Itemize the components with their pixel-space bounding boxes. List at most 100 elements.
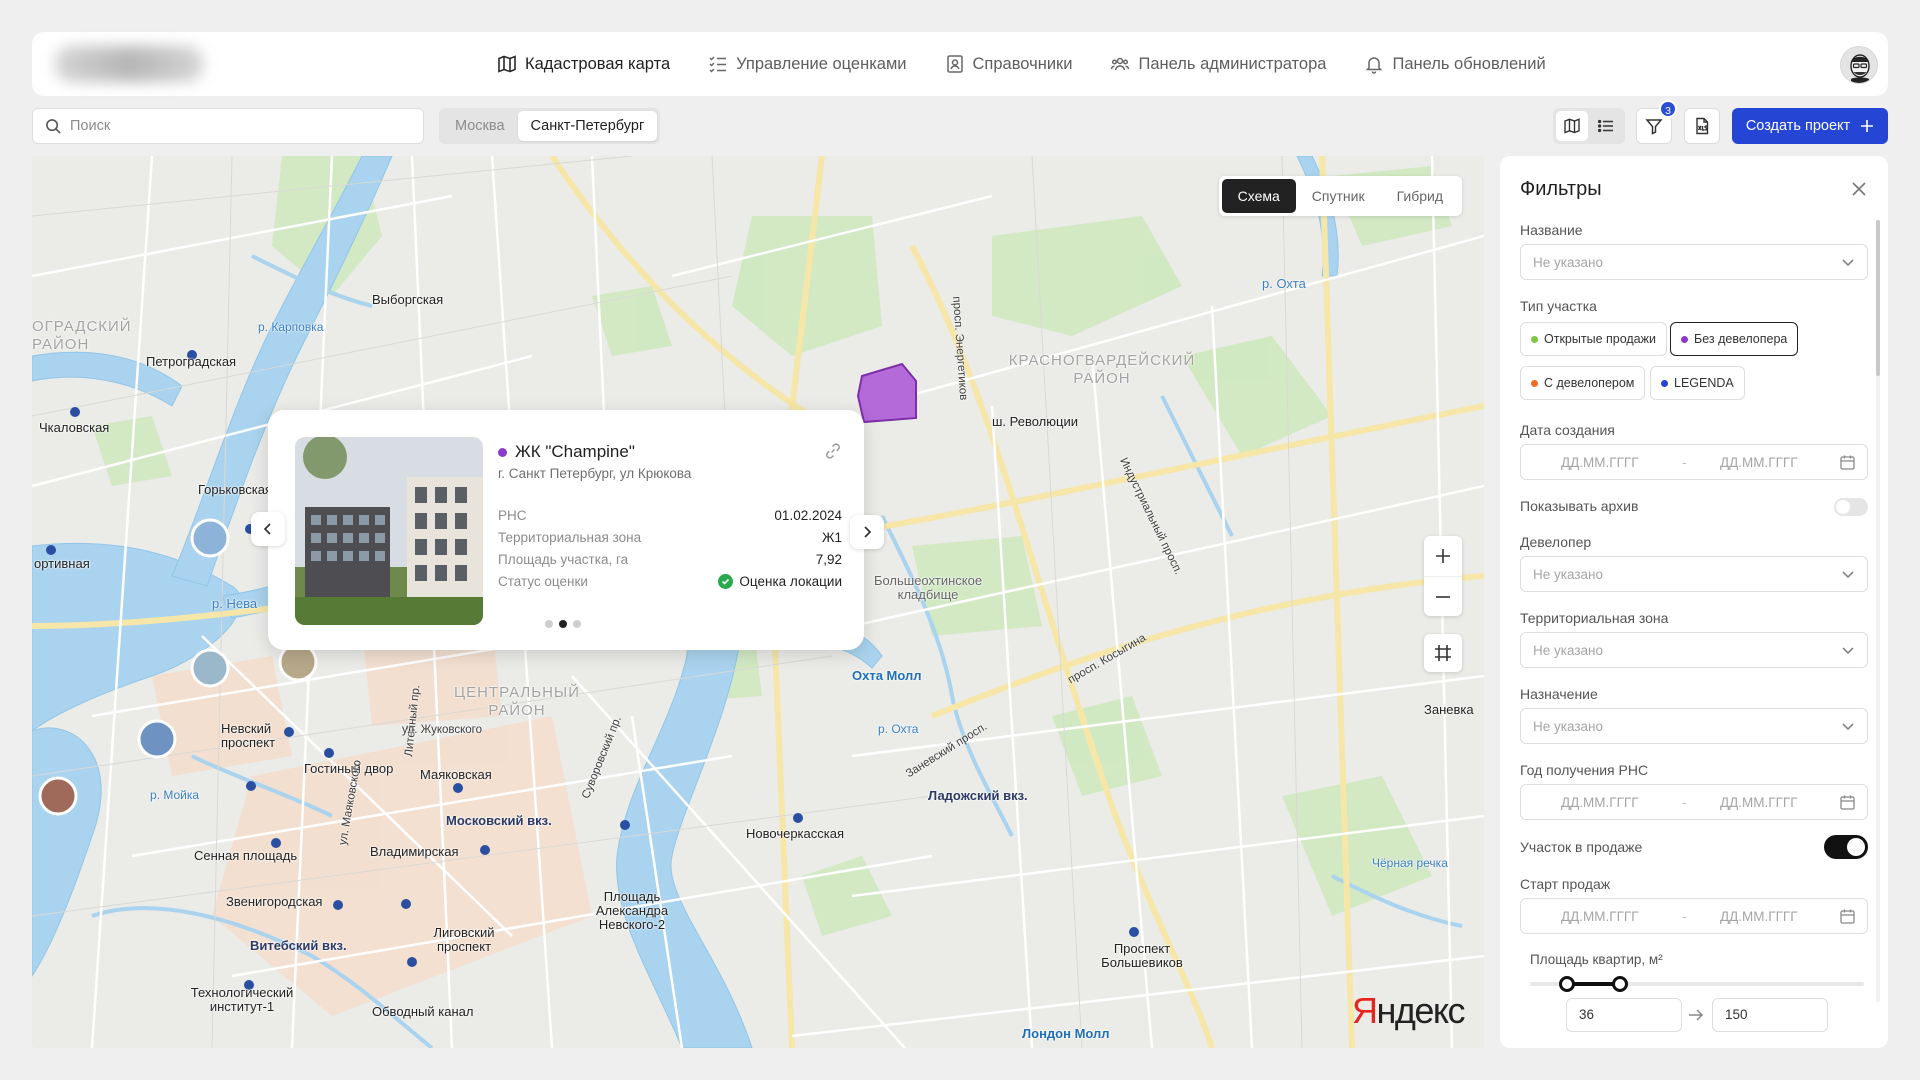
chip-no-developer[interactable]: Без девелопера (1670, 322, 1799, 356)
logo[interactable] (54, 46, 204, 82)
map-label: Невский проспект (221, 721, 276, 750)
map-label: Московский вкз. (446, 813, 552, 828)
project-address: г. Санкт Петербург, ул Крюкова (498, 466, 692, 481)
chevron-left-icon (263, 523, 271, 535)
yandex-attribution[interactable]: Яндекс (1352, 990, 1466, 1032)
map-label: ОГРАДСКИЙ РАЙОН (32, 318, 132, 353)
create-project-label: Создать проект (1745, 118, 1851, 134)
create-project-button[interactable]: Создать проект (1732, 108, 1888, 144)
map-icon (498, 55, 516, 73)
close-icon[interactable] (1850, 180, 1868, 198)
map-label: ортивная (34, 556, 90, 571)
scrollbar-thumb[interactable] (1876, 220, 1880, 376)
chip-dot (1531, 335, 1538, 343)
list-view-button[interactable] (1590, 111, 1622, 141)
purpose-select[interactable]: Не указано (1520, 708, 1868, 744)
filters-scrollbar[interactable] (1876, 220, 1880, 1002)
carousel-dot[interactable] (559, 620, 567, 628)
map-label: Витебский вкз. (250, 938, 347, 953)
area-range-slider[interactable] (1530, 976, 1864, 992)
search-input[interactable] (70, 118, 410, 134)
avatar[interactable] (1840, 46, 1878, 84)
area-max-knob[interactable] (1612, 976, 1629, 992)
map-label: р. Охта (878, 722, 919, 736)
map-type-scheme[interactable]: Схема (1221, 179, 1296, 213)
map-label: р. Нева (212, 596, 258, 611)
zoom-out-button[interactable] (1424, 576, 1462, 616)
search-box[interactable] (32, 108, 424, 144)
city-saint-petersburg[interactable]: Санкт-Петербург (517, 111, 658, 141)
nav-item-admin-panel[interactable]: Панель администратора (1110, 54, 1326, 74)
map-label: Чкаловская (39, 420, 110, 435)
map-label: Петроградская (146, 354, 237, 369)
created-date-range[interactable]: ДД.ММ.ГГГГ - ДД.ММ.ГГГГ (1520, 444, 1868, 480)
map-label: Владимирская (370, 844, 459, 859)
map-label: р. Карповка (258, 320, 324, 334)
created-date-label: Дата создания (1520, 422, 1615, 438)
nav-item-directories[interactable]: Справочники (945, 54, 1072, 74)
chip-with-developer[interactable]: С девелопером (1520, 366, 1646, 400)
city-moscow[interactable]: Москва (442, 111, 518, 141)
card-prev-button[interactable] (251, 512, 285, 546)
map-label: ул. Жуковского (402, 724, 483, 736)
xls-file-icon (1696, 117, 1709, 135)
map-label: Технологический институт-1 (190, 985, 294, 1014)
map-label: Охта Молл (852, 668, 922, 683)
zone-label: Территориальная зона (1520, 610, 1669, 626)
map-type-satellite[interactable]: Спутник (1296, 179, 1381, 213)
chevron-down-icon (1842, 571, 1854, 579)
map-label: Лиговский проспект (433, 925, 495, 954)
developer-select[interactable]: Не указано (1520, 556, 1868, 592)
calendar-icon (1840, 909, 1855, 924)
filter-button[interactable]: 3 (1636, 100, 1677, 144)
on-sale-toggle[interactable] (1824, 835, 1868, 859)
carousel-dot[interactable] (573, 620, 581, 628)
nav-item-cadastral-map[interactable]: Кадастровая карта (497, 54, 670, 74)
zoom-controls (1424, 536, 1462, 616)
area-min-input[interactable]: 36 (1566, 998, 1682, 1032)
sales-start-label: Старт продаж (1520, 876, 1611, 892)
sales-start-range[interactable]: ДД.ММ.ГГГГ - ДД.ММ.ГГГГ (1520, 898, 1868, 934)
chip-open-sales[interactable]: Открытые продажи (1520, 322, 1667, 356)
map-label: Площадь Александра Невского-2 (595, 889, 669, 932)
map-label: Заневка (1424, 702, 1474, 717)
rns-year-range[interactable]: ДД.ММ.ГГГГ - ДД.ММ.ГГГГ (1520, 784, 1868, 820)
carousel-dot[interactable] (545, 620, 553, 628)
project-popup-card: ЖК "Champine" г. Санкт Петербург, ул Крю… (268, 410, 864, 650)
area-min-knob[interactable] (1558, 976, 1575, 992)
map-type-hybrid[interactable]: Гибрид (1381, 179, 1459, 213)
archive-toggle[interactable] (1834, 498, 1868, 516)
filter-count-badge: 3 (1659, 100, 1677, 118)
nav-item-updates-panel[interactable]: Панель обновлений (1364, 54, 1546, 74)
map-view-button[interactable] (1556, 111, 1588, 141)
link-icon[interactable] (824, 442, 842, 460)
carousel-dots (545, 620, 581, 628)
developer-label: Девелопер (1520, 534, 1592, 550)
map-area[interactable]: Выборгская Петроградская Чкаловская Горь… (32, 156, 1484, 1048)
map-label: Маяковская (420, 767, 492, 782)
chip-dot (1661, 379, 1668, 387)
search-icon (46, 118, 61, 134)
building-image (295, 437, 483, 625)
export-xls-button[interactable] (1684, 108, 1720, 144)
map-label: Сенная площадь (194, 848, 298, 863)
project-photo[interactable] (295, 437, 483, 625)
zoom-in-button[interactable] (1424, 536, 1462, 576)
map-label: р. Мойка (150, 788, 200, 802)
name-label: Название (1520, 222, 1583, 238)
area-max-input[interactable]: 150 (1712, 998, 1828, 1032)
zone-select[interactable]: Не указано (1520, 632, 1868, 668)
nav-item-assessments[interactable]: Управление оценками (708, 54, 907, 74)
status-dot (498, 447, 507, 457)
check-circle-icon (718, 573, 734, 589)
area-label: Площадь квартир, м² (1530, 952, 1663, 967)
map-label: Проспект Большевиков (1101, 941, 1183, 970)
chip-legenda[interactable]: LEGENDA (1650, 366, 1745, 400)
minus-icon (1436, 595, 1450, 598)
map-label: ш. Революции (992, 414, 1078, 429)
card-next-button[interactable] (850, 515, 884, 549)
chevron-right-icon (864, 526, 872, 538)
ruler-button[interactable] (1424, 634, 1462, 672)
project-info-table: РНС 01.02.2024 Территориальная зона Ж1 Пло… (498, 504, 842, 592)
name-select[interactable]: Не указано (1520, 244, 1868, 280)
